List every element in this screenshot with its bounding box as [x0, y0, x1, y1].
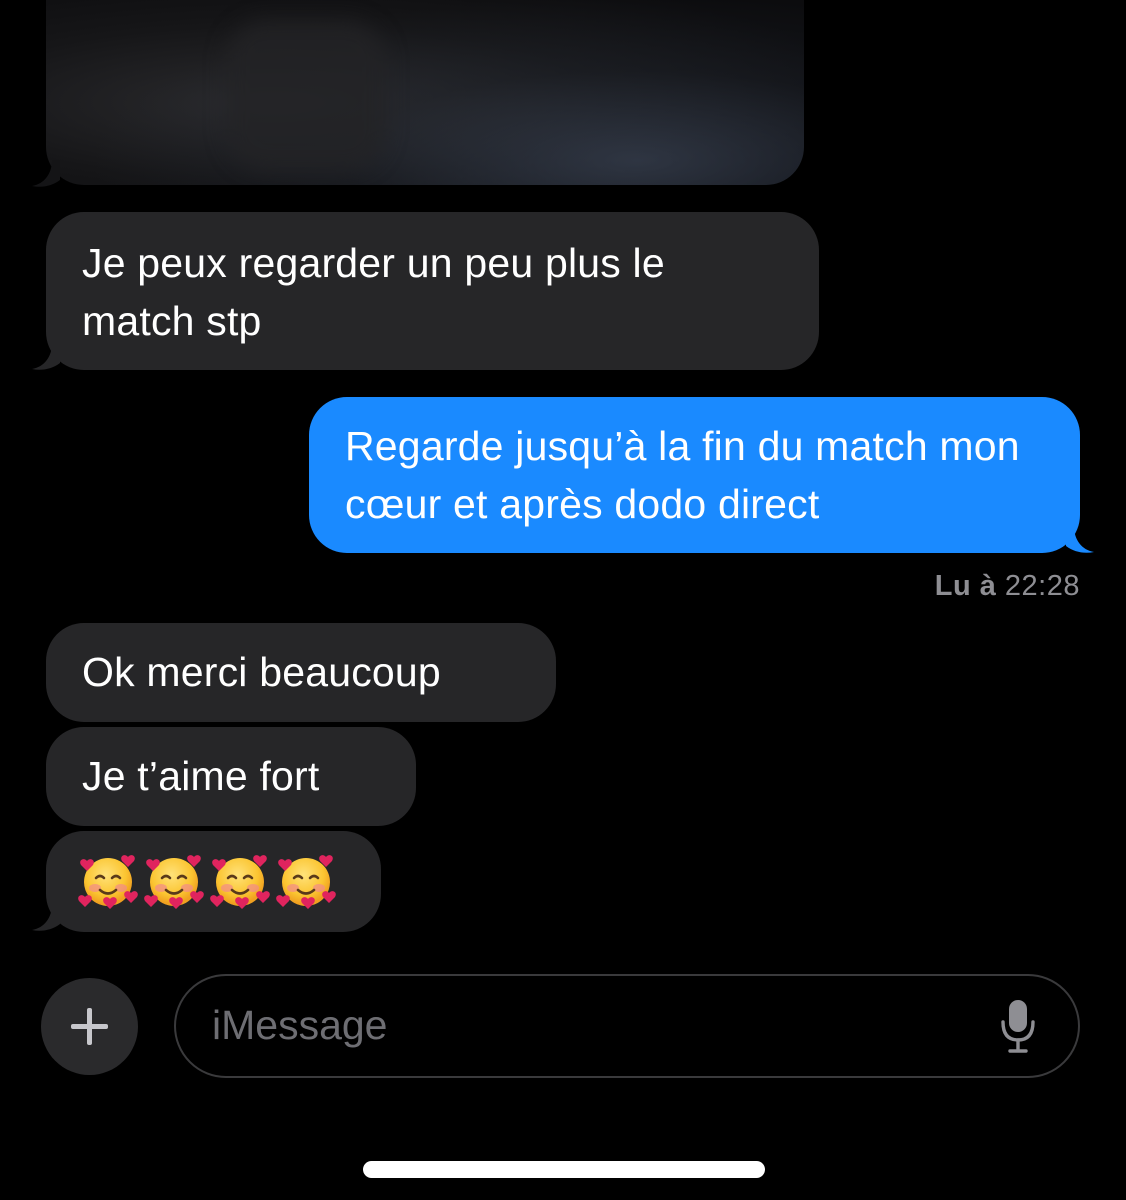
smiling-face-with-hearts-icon [144, 855, 204, 909]
bubble-tail [32, 160, 60, 187]
photo-attachment[interactable] [46, 0, 804, 185]
smiling-face-with-hearts-icon [210, 855, 270, 909]
incoming-message[interactable]: Ok merci beaucoup [46, 623, 556, 722]
read-label: Lu à [934, 570, 997, 602]
message-thread[interactable]: Je peux regarder un peu plus le match st… [0, 0, 1126, 960]
smiling-face-with-hearts-icon [78, 855, 138, 909]
incoming-message[interactable]: Je peux regarder un peu plus le match st… [46, 212, 819, 370]
home-indicator[interactable] [363, 1161, 765, 1178]
read-receipt: Lu à 22:28 [935, 570, 1080, 603]
bubble-tail [32, 343, 60, 370]
message-input-placeholder: iMessage [212, 1002, 388, 1048]
emoji-row [76, 849, 351, 913]
outgoing-message[interactable]: Regarde jusqu’à la fin du match mon cœur… [309, 397, 1080, 553]
read-time: 22:28 [1004, 570, 1080, 602]
incoming-emoji-message[interactable] [46, 831, 381, 932]
bubble-tail [1066, 526, 1094, 553]
microphone-icon[interactable] [1000, 998, 1036, 1054]
message-input[interactable]: iMessage [174, 974, 1080, 1078]
incoming-message[interactable]: Je t’aime fort [46, 727, 416, 826]
photo-shadow [226, 20, 386, 170]
add-attachment-button[interactable] [41, 978, 138, 1075]
bubble-tail [32, 904, 60, 931]
smiling-face-with-hearts-icon [276, 855, 336, 909]
message-composer: iMessage [0, 960, 1126, 1100]
message-text: Je t’aime fort [82, 753, 320, 799]
message-text: Regarde jusqu’à la fin du match mon cœur… [345, 423, 1020, 527]
plus-icon-stroke [87, 1008, 92, 1045]
message-text: Je peux regarder un peu plus le match st… [82, 240, 665, 344]
message-text: Ok merci beaucoup [82, 649, 441, 695]
